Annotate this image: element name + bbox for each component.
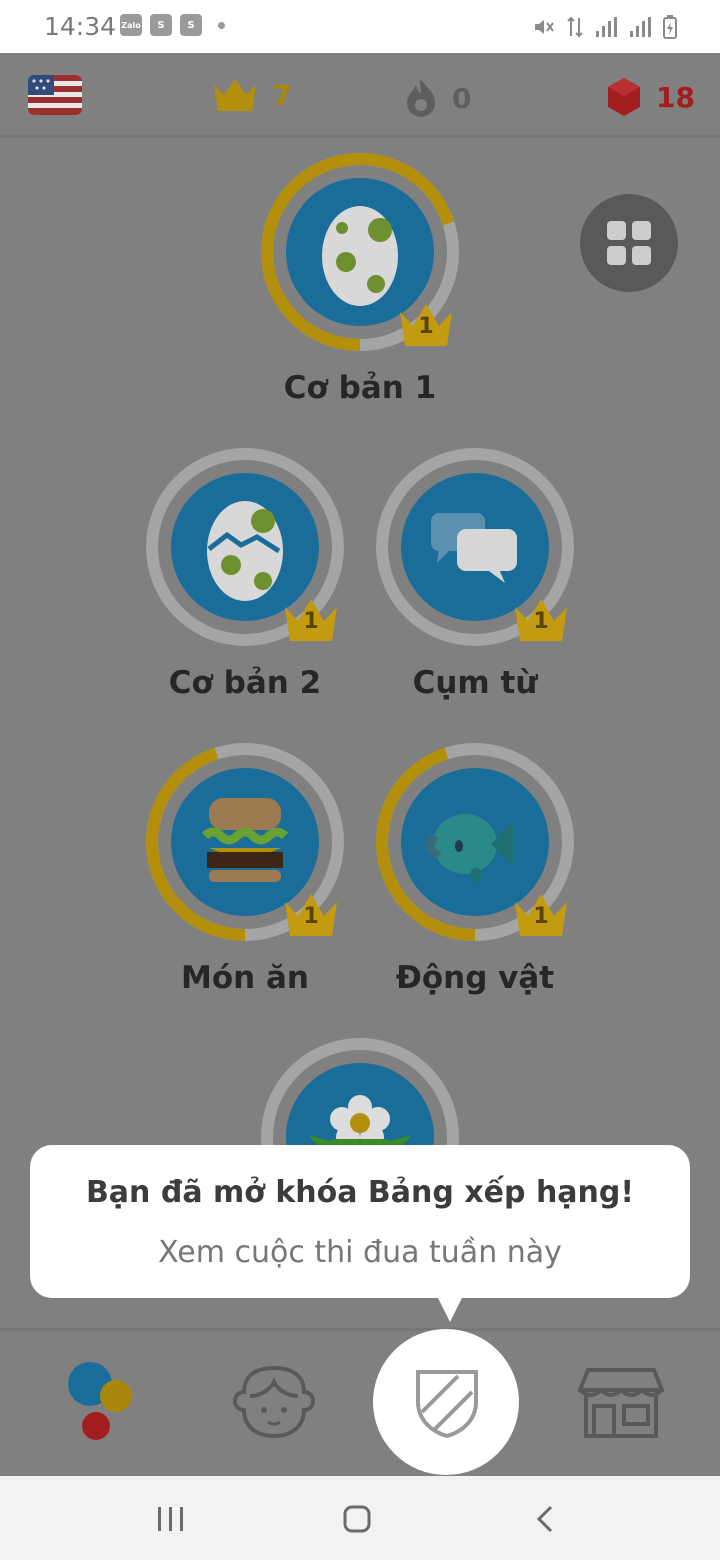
us-flag-icon[interactable] (28, 75, 82, 115)
crown-level-badge: 1 (398, 302, 454, 348)
shopee-icon: S (150, 14, 172, 36)
skill-label: Món ăn (181, 960, 309, 996)
streak-count-value: 0 (452, 81, 472, 115)
tooltip-pointer (436, 1294, 464, 1322)
crown-level-badge: 1 (513, 597, 569, 643)
gem-count-value: 18 (656, 80, 695, 114)
grid-icon (607, 221, 626, 240)
system-nav-bar (0, 1476, 720, 1560)
home-icon[interactable] (342, 1504, 372, 1534)
gem-icon (608, 78, 640, 116)
skill-co-ban-2[interactable]: 1 (143, 445, 347, 649)
skill-mon-an[interactable]: 1 (143, 740, 347, 944)
skill-label: Cơ bản 2 (168, 665, 322, 701)
learn-icon (68, 1362, 132, 1440)
skill-cum-tu[interactable]: 1 (373, 445, 577, 649)
streak-count[interactable]: 0 (404, 77, 471, 119)
crown-level-badge: 1 (283, 892, 339, 938)
skill-co-ban-1[interactable]: 1 (258, 150, 462, 354)
tooltip-subtitle: Xem cuộc thi đua tuần này (158, 1235, 562, 1270)
skill-label: Động vật (395, 960, 555, 996)
status-notifications: Zalo S S (120, 14, 225, 36)
crown-count-value: 7 (272, 78, 292, 112)
status-system-icons (532, 14, 678, 40)
back-icon[interactable] (534, 1504, 556, 1534)
shop-icon (577, 1368, 665, 1438)
skill-label: Cụm từ (412, 665, 538, 701)
shopee-icon: S (180, 14, 202, 36)
crown-level-badge: 1 (283, 597, 339, 643)
crown-level-badge: 1 (513, 892, 569, 938)
battery-charging-icon (663, 15, 677, 39)
nav-shop[interactable] (577, 1366, 665, 1440)
leaderboard-unlocked-tooltip[interactable]: Bạn đã mở khóa Bảng xếp hạng! Xem cuộc t… (30, 1145, 690, 1298)
data-arrows-icon (567, 16, 583, 38)
profile-icon (233, 1365, 315, 1439)
cracked-egg-icon (207, 501, 283, 601)
skill-label: Cơ bản 1 (283, 370, 437, 406)
signal-icon (630, 17, 651, 37)
recent-apps-icon[interactable] (156, 1505, 186, 1533)
crown-count[interactable]: 7 (212, 77, 291, 113)
mute-icon (535, 20, 554, 34)
status-bar: 14:34 Zalo S S (0, 0, 720, 53)
gem-count[interactable]: 18 (606, 77, 695, 117)
zalo-icon: Zalo (120, 14, 142, 36)
nav-profile[interactable] (230, 1365, 318, 1440)
skill-dong-vat[interactable]: 1 (373, 740, 577, 944)
crown-icon (214, 79, 256, 111)
leaderboard-shield-icon (416, 1370, 478, 1439)
nav-learn[interactable] (64, 1360, 136, 1444)
signal-icon (596, 17, 617, 37)
nav-leaderboard[interactable] (412, 1366, 482, 1440)
more-notifications-dot (218, 21, 225, 29)
tree-overview-button[interactable] (580, 194, 678, 292)
flame-icon (407, 79, 435, 117)
top-bar: 7 0 18 (0, 53, 720, 138)
egg-icon (322, 206, 398, 306)
tooltip-title: Bạn đã mở khóa Bảng xếp hạng! (85, 1175, 635, 1210)
status-time: 14:34 (44, 12, 117, 41)
